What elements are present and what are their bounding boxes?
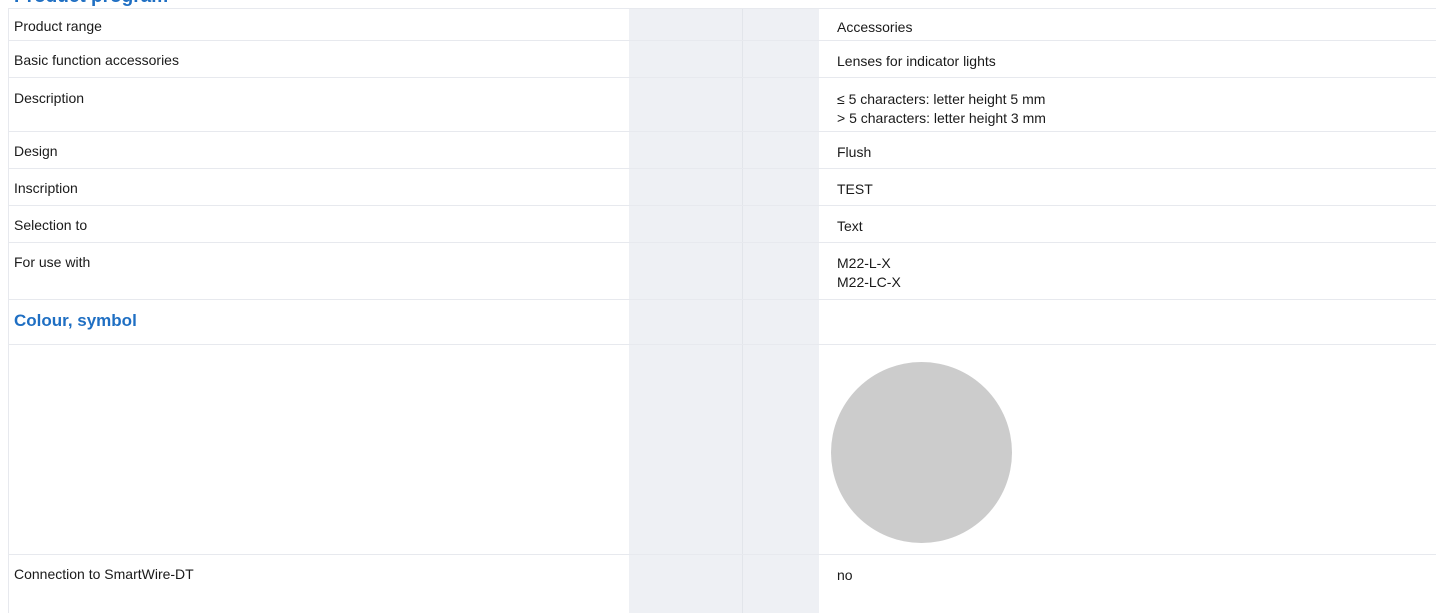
value-line: M22-L-X bbox=[837, 255, 891, 271]
table-row: Selection to Text bbox=[8, 206, 1436, 243]
value-line: Accessories bbox=[837, 19, 913, 35]
value-line: TEST bbox=[837, 181, 873, 197]
spec-table: Product range Accessories Basic function… bbox=[8, 8, 1436, 593]
colour-swatch-row bbox=[8, 345, 1436, 555]
row-label-product-range: Product range bbox=[14, 18, 102, 34]
row-value-for-use-with: M22-L-X M22-LC-X bbox=[837, 254, 901, 292]
row-label-inscription: Inscription bbox=[14, 180, 78, 196]
value-line: Flush bbox=[837, 144, 872, 160]
row-value-selection-to: Text bbox=[837, 217, 863, 236]
row-label-description: Description bbox=[14, 90, 85, 106]
table-row: Inscription TEST bbox=[8, 169, 1436, 206]
value-line: ≤ 5 characters: letter height 5 mm bbox=[837, 91, 1046, 107]
row-value-description: ≤ 5 characters: letter height 5 mm > 5 c… bbox=[837, 90, 1046, 128]
value-line: > 5 characters: letter height 3 mm bbox=[837, 110, 1046, 126]
table-row: For use with M22-L-X M22-LC-X bbox=[8, 243, 1436, 300]
value-line: Text bbox=[837, 218, 863, 234]
row-label-selection-to: Selection to bbox=[14, 217, 88, 233]
row-label-for-use-with: For use with bbox=[14, 254, 91, 270]
section-title: Colour, symbol bbox=[14, 311, 137, 330]
row-label-smartwire: Connection to SmartWire-DT bbox=[14, 566, 194, 582]
section-header-row: Colour, symbol bbox=[8, 300, 1436, 345]
row-value-basic-function: Lenses for indicator lights bbox=[837, 52, 996, 71]
row-label-basic-function: Basic function accessories bbox=[14, 52, 179, 68]
value-line: Lenses for indicator lights bbox=[837, 53, 996, 69]
row-label-design: Design bbox=[14, 143, 58, 159]
table-row: Design Flush bbox=[8, 132, 1436, 169]
table-row: Description ≤ 5 characters: letter heigh… bbox=[8, 78, 1436, 132]
table-row: Product range Accessories bbox=[8, 8, 1436, 41]
value-line: M22-LC-X bbox=[837, 274, 901, 290]
product-detail-page: Product program Product range Accessorie… bbox=[0, 0, 1436, 613]
page-heading: Product program bbox=[14, 0, 168, 8]
row-value-inscription: TEST bbox=[837, 180, 873, 199]
table-row: Basic function accessories Lenses for in… bbox=[8, 41, 1436, 78]
row-value-product-range: Accessories bbox=[837, 18, 912, 37]
row-value-smartwire: no bbox=[837, 566, 853, 585]
row-value-design: Flush bbox=[837, 143, 871, 162]
table-row: Connection to SmartWire-DT no bbox=[8, 555, 1436, 593]
colour-swatch-circle bbox=[831, 362, 1012, 543]
value-line: no bbox=[837, 567, 853, 583]
